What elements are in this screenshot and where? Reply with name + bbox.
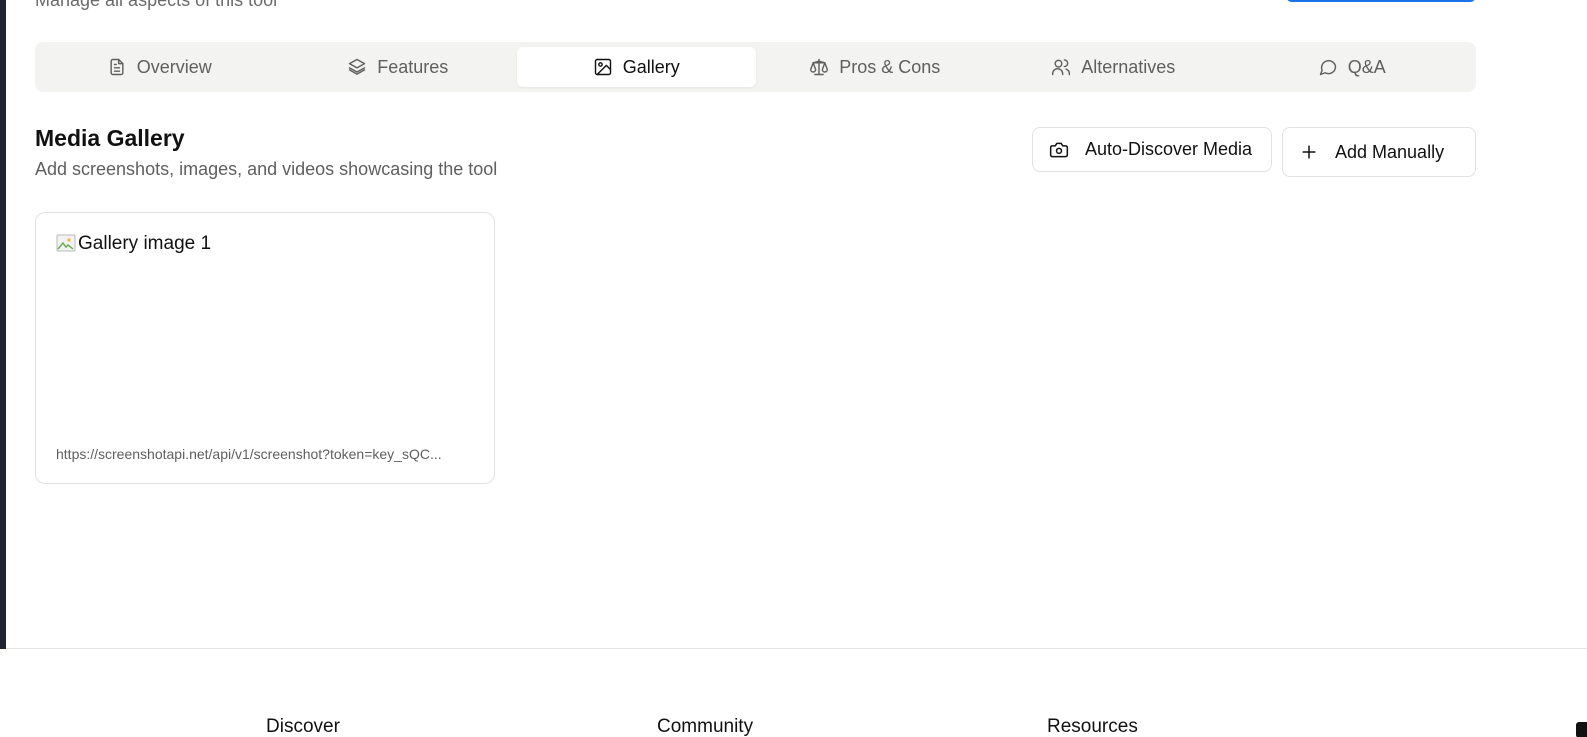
tab-overview[interactable]: Overview [40, 47, 279, 87]
footer-heading-resources: Resources [1047, 716, 1138, 737]
users-icon [1052, 59, 1071, 76]
main-content: Manage all aspects of this tool Overview… [6, 0, 1587, 649]
button-label: Auto-Discover Media [1085, 139, 1253, 159]
section-title: Media Gallery [35, 125, 185, 151]
tab-label: Features [377, 56, 449, 77]
tab-label: Q&A [1347, 56, 1386, 77]
tab-bar: Overview Features Gallery Pros & Cons Al… [35, 42, 1476, 92]
tab-alternatives[interactable]: Alternatives [994, 47, 1233, 87]
camera-icon [1049, 142, 1069, 157]
broken-image-icon [56, 233, 76, 253]
site-footer: Discover Community Resources [0, 650, 1587, 737]
tab-gallery[interactable]: Gallery [517, 47, 756, 87]
message-circle-icon [1319, 59, 1336, 76]
gallery-item-card[interactable]: Gallery image 1 https://screenshotapi.ne… [35, 212, 495, 484]
tab-qa[interactable]: Q&A [1233, 47, 1472, 87]
tab-label: Gallery [622, 56, 680, 77]
plus-icon [1302, 145, 1316, 159]
image-icon [594, 58, 611, 76]
image-url: https://screenshotapi.net/api/v1/screens… [56, 446, 442, 462]
image-alt-text: Gallery image 1 [78, 233, 212, 254]
tab-features[interactable]: Features [279, 47, 518, 87]
tab-label: Pros & Cons [839, 56, 941, 77]
auto-discover-media-button[interactable]: Auto-Discover Media [1032, 127, 1272, 172]
gallery-image: Gallery image 1 [56, 233, 474, 423]
scale-icon [810, 58, 829, 76]
add-manually-button[interactable]: Add Manually [1282, 127, 1476, 177]
document-icon [110, 58, 124, 76]
primary-action-button[interactable] [1286, 0, 1476, 2]
tab-pros-cons[interactable]: Pros & Cons [756, 47, 995, 87]
layers-icon [349, 58, 366, 75]
button-label: Add Manually [1335, 141, 1445, 162]
footer-heading-discover: Discover [266, 716, 340, 737]
footer-heading-community: Community [657, 716, 754, 737]
tab-label: Alternatives [1081, 56, 1176, 77]
social-icon[interactable] [1576, 722, 1587, 737]
tab-label: Overview [136, 56, 212, 77]
page-subtitle: Manage all aspects of this tool [35, 0, 278, 10]
section-description: Add screenshots, images, and videos show… [35, 159, 498, 179]
